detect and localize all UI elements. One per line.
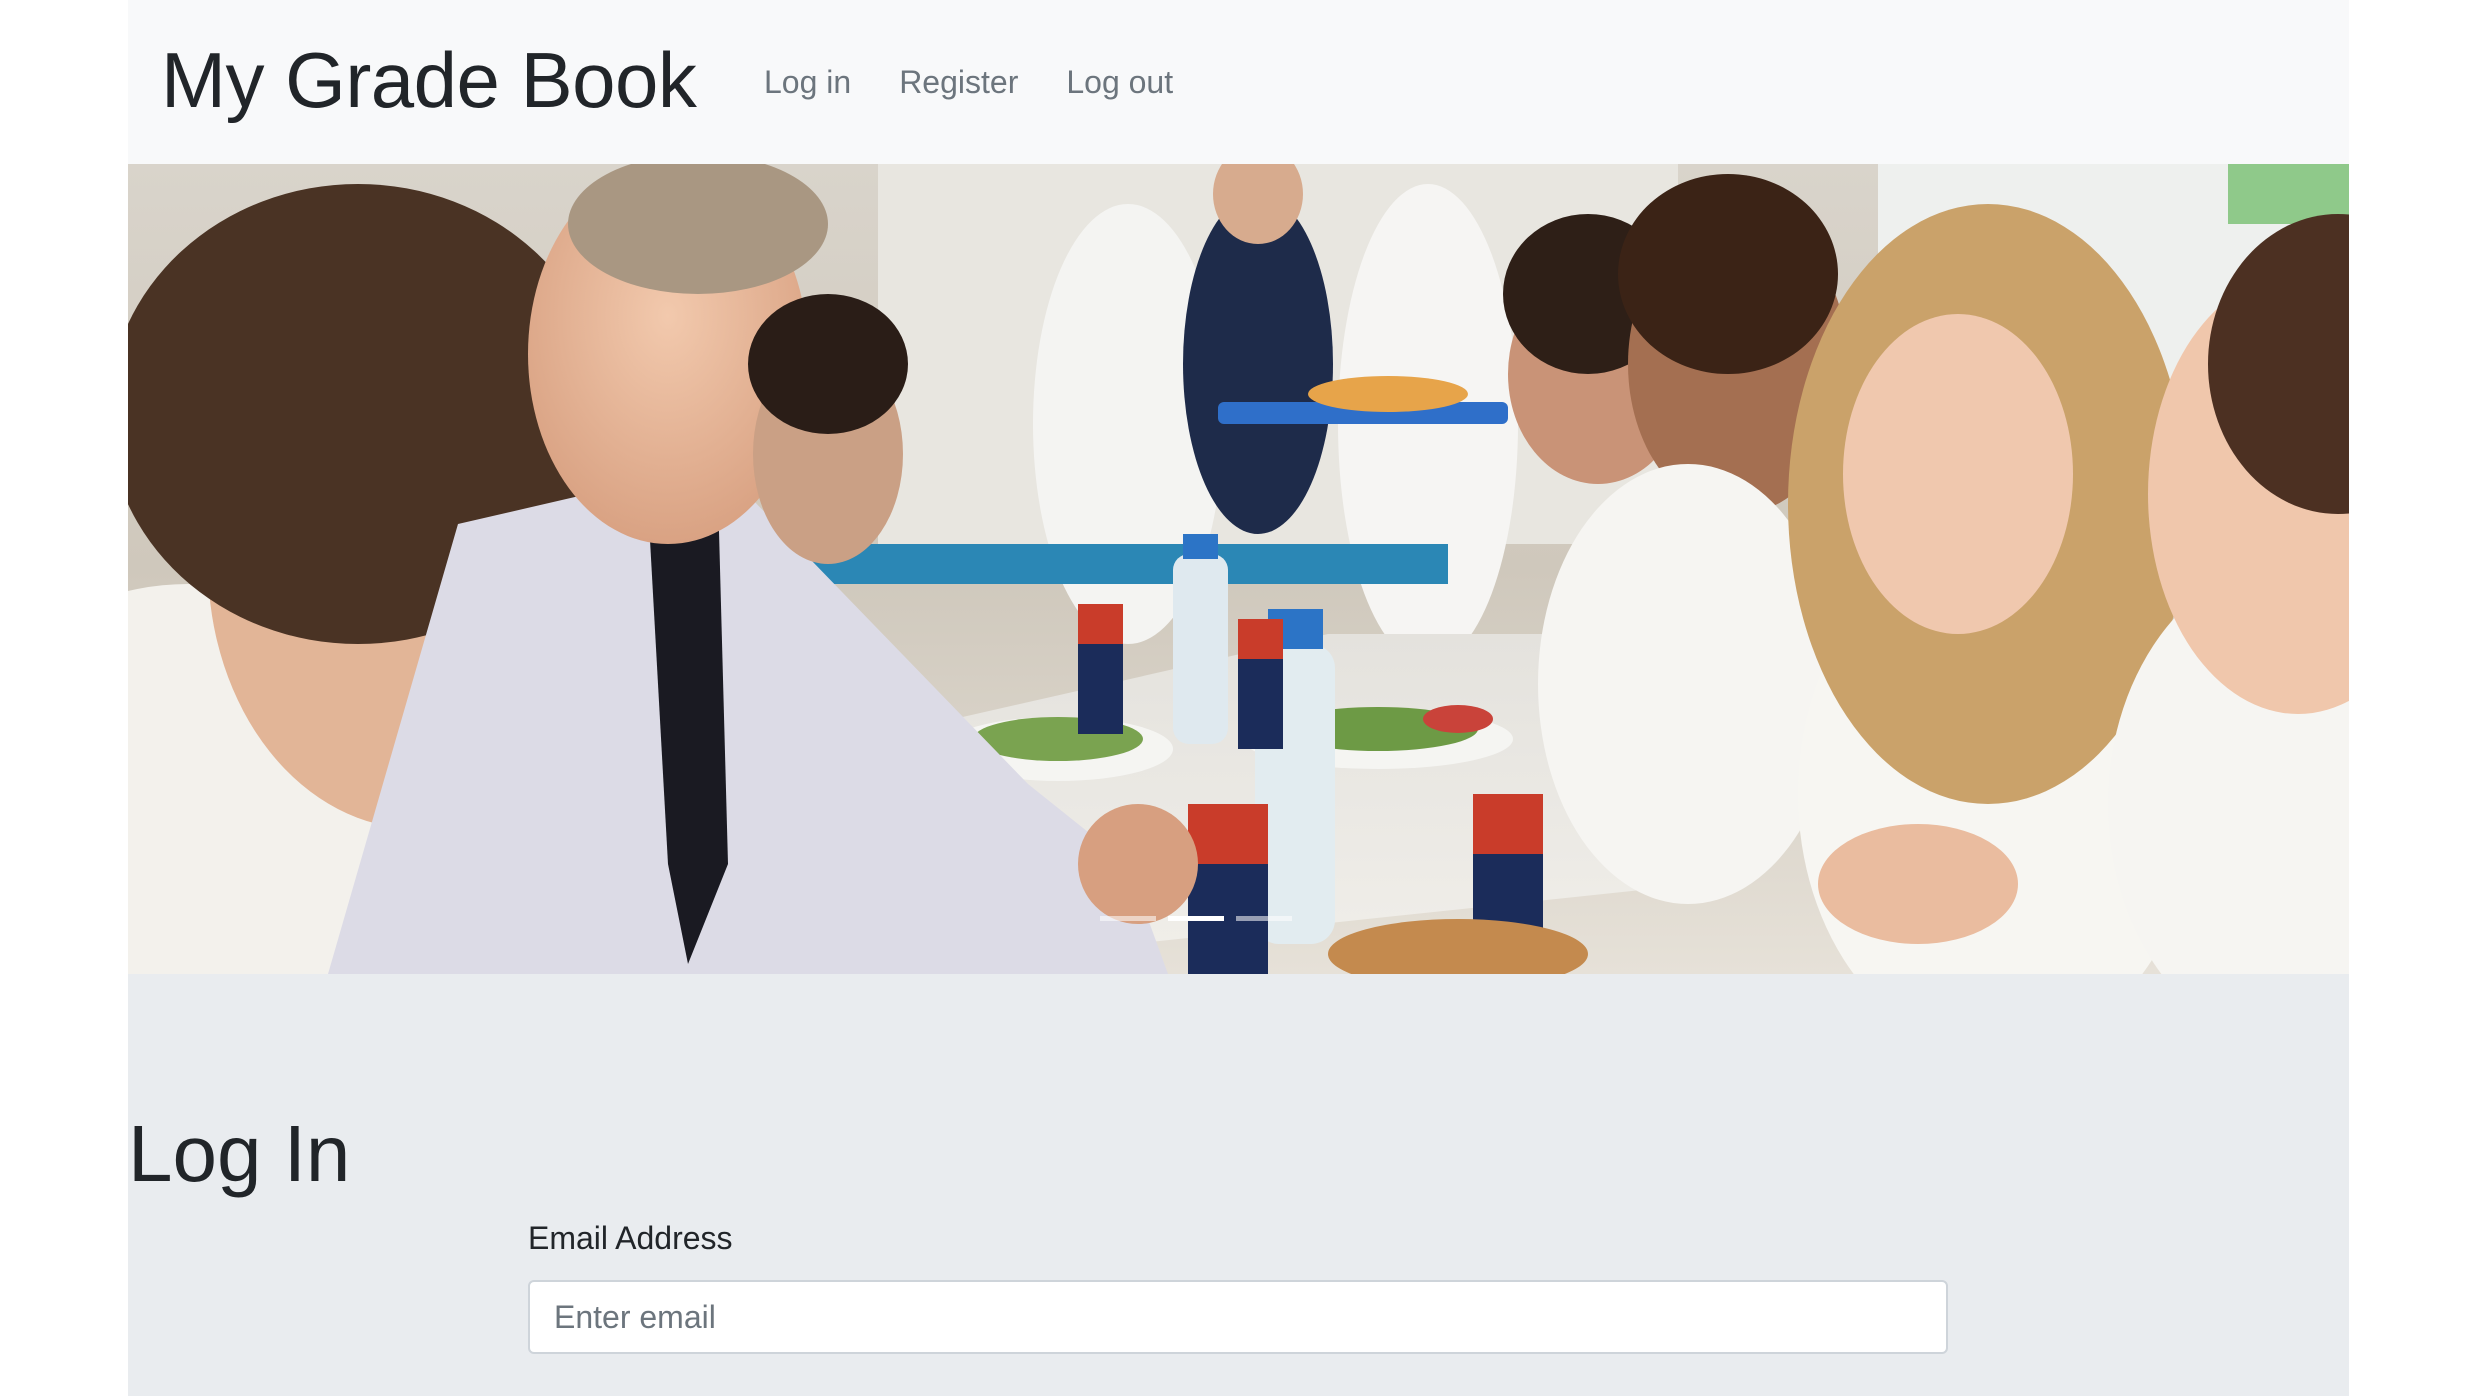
nav-links: Log in Register Log out bbox=[764, 58, 1221, 106]
carousel-indicator-3[interactable] bbox=[1236, 916, 1292, 921]
email-label: Email Address bbox=[528, 1220, 733, 1256]
navbar: My Grade Book Log in Register Log out bbox=[128, 0, 2349, 164]
carousel-indicators bbox=[1100, 916, 1292, 921]
login-section: Log In Email Address bbox=[128, 974, 2349, 1396]
nav-link-register[interactable]: Register bbox=[899, 58, 1018, 106]
carousel-indicator-1[interactable] bbox=[1100, 916, 1156, 921]
login-title: Log In bbox=[128, 1109, 351, 1198]
hero-image bbox=[128, 164, 2349, 974]
nav-link-log-out[interactable]: Log out bbox=[1066, 58, 1173, 106]
hero-carousel[interactable] bbox=[128, 164, 2349, 974]
page: My Grade Book Log in Register Log out Lo… bbox=[128, 0, 2349, 1396]
email-input[interactable] bbox=[528, 1280, 1948, 1354]
nav-link-log-in[interactable]: Log in bbox=[764, 58, 851, 106]
brand-logo-link[interactable]: My Grade Book bbox=[161, 30, 697, 130]
carousel-indicator-2[interactable] bbox=[1168, 916, 1224, 921]
